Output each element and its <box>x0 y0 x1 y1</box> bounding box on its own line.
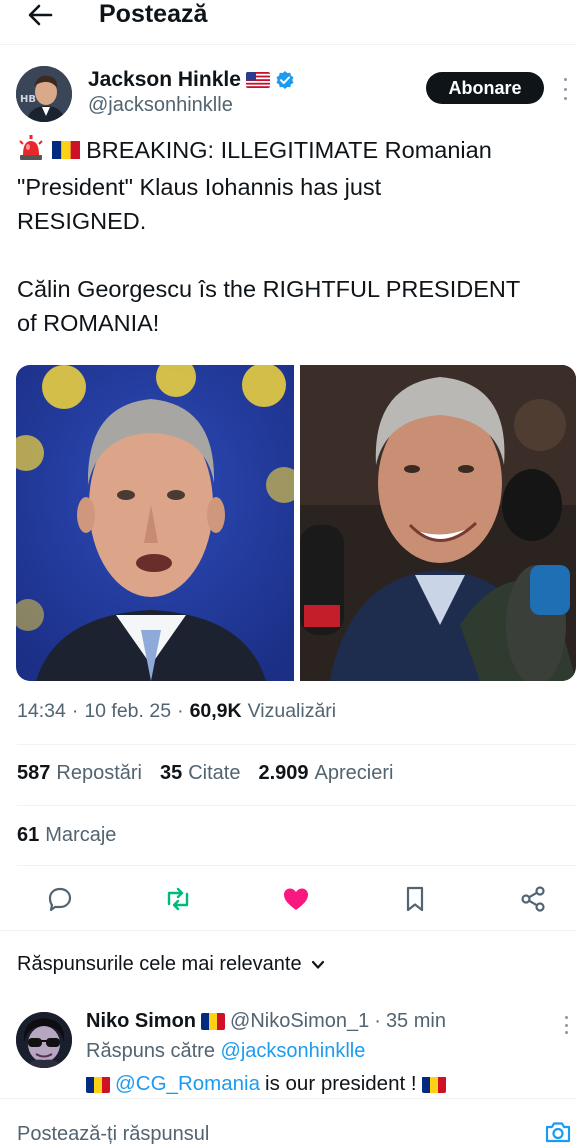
svg-text:HB: HB <box>20 94 36 105</box>
divider <box>17 744 576 745</box>
author-name[interactable]: Jackson Hinkle <box>88 68 241 92</box>
reply-text-body: is our president ! <box>265 1072 417 1095</box>
more-options-icon[interactable] <box>558 78 572 100</box>
photo-georgescu[interactable] <box>300 365 576 681</box>
tweet-line-3: RESIGNED. <box>17 208 147 234</box>
reply-compose-input[interactable]: Postează-ți răspunsul <box>17 1123 209 1146</box>
replies-sort-dropdown[interactable]: Răspunsurile cele mai relevante <box>17 953 326 976</box>
like-button[interactable] <box>281 884 311 914</box>
likes-stat[interactable]: 2.909 Aprecieri <box>258 762 393 785</box>
views-label: Vizualizări <box>247 700 337 722</box>
romania-flag-icon <box>201 1013 226 1030</box>
tweet-line-5: of ROMANIA! <box>17 310 160 336</box>
divider <box>0 930 576 931</box>
tweet-date[interactable]: 10 feb. 25 <box>84 700 171 723</box>
mention-link[interactable]: @CG_Romania <box>115 1072 260 1096</box>
chevron-down-icon <box>311 960 324 969</box>
tweet-line-4: Călin Georgescu îs the RIGHTFUL PRESIDEN… <box>17 276 521 302</box>
bookmark-button[interactable] <box>400 884 430 914</box>
author-avatar[interactable]: HB <box>16 66 72 122</box>
bookmarks-stat[interactable]: 61 Marcaje <box>17 824 116 847</box>
camera-icon <box>545 1122 571 1143</box>
tweet-line-1-text: BREAKING: ILLEGITIMATE Romanian <box>86 137 492 163</box>
reply-more-options-icon[interactable] <box>563 1016 569 1034</box>
reply-button[interactable] <box>45 884 75 914</box>
views-count: 60,9K <box>189 700 242 722</box>
follow-button[interactable]: Abonare <box>426 72 544 104</box>
repost-button[interactable] <box>163 884 193 914</box>
share-button[interactable] <box>518 884 548 914</box>
tweet-line-2: "President" Klaus Iohannis has just <box>17 174 382 200</box>
tweet-text: BREAKING: ILLEGITIMATE Romanian "Preside… <box>17 133 569 340</box>
compose-bar: Postează-ți răspunsul <box>0 1098 576 1146</box>
reposts-stat[interactable]: 587 Repostări <box>17 762 142 785</box>
tweet-media <box>16 365 576 681</box>
stats-row: 587 Repostări 35 Citate 2.909 Aprecieri <box>17 762 393 785</box>
back-button[interactable] <box>22 0 58 30</box>
reply-time[interactable]: 35 min <box>386 1010 446 1033</box>
action-bar <box>0 878 576 920</box>
romania-flag-icon <box>51 136 80 170</box>
reply-icon <box>48 887 72 912</box>
reply-text: @CG_Romania is our president ! <box>86 1072 446 1096</box>
divider <box>17 865 576 866</box>
police-light-icon <box>17 135 45 170</box>
reply-author-handle[interactable]: @NikoSimon_1 <box>230 1010 369 1033</box>
reply-to-handle-link[interactable]: @jacksonhinklle <box>221 1040 366 1062</box>
arrow-left-icon <box>28 4 53 26</box>
page-title: Postează <box>99 0 208 28</box>
reply-header: Niko Simon @NikoSimon_1 · 35 min <box>86 1010 446 1033</box>
verified-badge-icon <box>275 70 295 90</box>
us-flag-icon <box>245 72 270 88</box>
share-icon <box>521 886 545 912</box>
author-name-row: Jackson Hinkle <box>88 66 295 94</box>
divider <box>17 805 576 806</box>
author-handle[interactable]: @jacksonhinklle <box>88 94 233 117</box>
bookmark-icon <box>406 886 424 912</box>
reply-to-line: Răspuns către @jacksonhinklle <box>86 1040 366 1062</box>
camera-button[interactable] <box>543 1117 573 1146</box>
reply-avatar[interactable] <box>16 1012 72 1068</box>
tweet-time[interactable]: 14:34 <box>17 700 66 723</box>
romania-flag-icon <box>421 1076 446 1093</box>
tweet-line-1: BREAKING: ILLEGITIMATE Romanian <box>17 133 569 170</box>
quotes-stat[interactable]: 35 Citate <box>160 762 241 785</box>
heart-icon <box>284 888 308 910</box>
tweet-meta: 14:34 · 10 feb. 25 · 60,9K Vizualizări <box>17 700 337 723</box>
top-bar: Postează <box>0 0 576 40</box>
photo-iohannis[interactable] <box>16 365 294 681</box>
repost-icon <box>167 887 189 911</box>
divider <box>0 44 576 45</box>
reply-author-name[interactable]: Niko Simon <box>86 1010 196 1033</box>
romania-flag-icon <box>86 1076 110 1093</box>
